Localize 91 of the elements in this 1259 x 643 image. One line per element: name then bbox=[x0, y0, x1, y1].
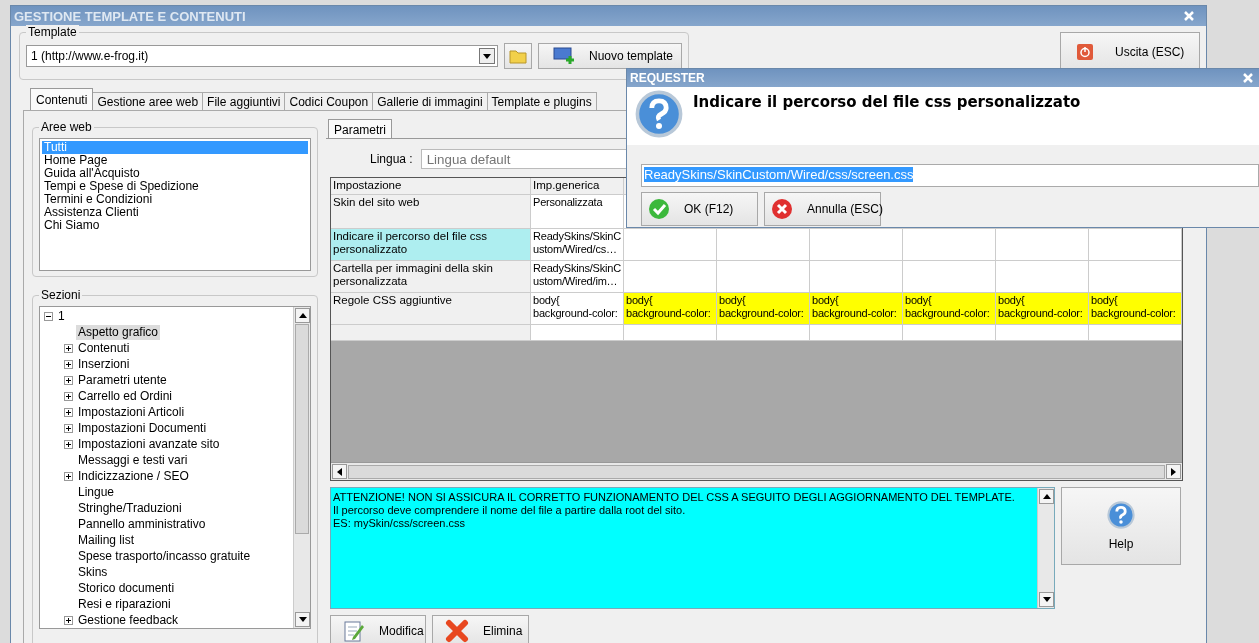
sections-label: Sezioni bbox=[39, 288, 83, 302]
expand-icon[interactable] bbox=[64, 407, 73, 417]
edit-button[interactable]: Modifica bbox=[330, 615, 426, 643]
tree-item[interactable]: Messaggi e testi vari bbox=[76, 452, 190, 468]
tree-item[interactable]: Lingue bbox=[76, 484, 117, 500]
tree-item[interactable]: Resi e riparazioni bbox=[76, 596, 173, 612]
tree-item[interactable]: Gestione feedback bbox=[76, 612, 181, 628]
close-icon[interactable] bbox=[1184, 11, 1194, 21]
web-areas-list[interactable]: Tutti Home Page Guida all'Acquisto Tempi e Spese di Spedizione Termini e Condizioni Assistenza Clienti Chi Siamo bbox=[39, 138, 311, 271]
setting-cell[interactable]: Cartella per immagini della skin personalizzata bbox=[331, 261, 531, 293]
tree-item[interactable]: Impostazioni avanzate sito bbox=[76, 436, 222, 452]
tree-item[interactable]: 1 bbox=[56, 308, 67, 324]
override-cell[interactable]: body{ background-color: bbox=[810, 293, 903, 325]
expand-icon[interactable] bbox=[64, 423, 73, 433]
question-icon bbox=[635, 90, 683, 138]
override-cell[interactable]: body{ background-color: bbox=[996, 293, 1089, 325]
tab[interactable]: Contenuti bbox=[30, 88, 94, 110]
tree-item[interactable]: Stringhe/Traduzioni bbox=[76, 500, 184, 516]
tab[interactable]: Template e plugins bbox=[486, 92, 597, 110]
tree-item[interactable]: Contenuti bbox=[76, 340, 132, 356]
expand-icon[interactable] bbox=[64, 359, 73, 369]
dialog-title: REQUESTER bbox=[630, 71, 705, 85]
close-icon[interactable] bbox=[1243, 73, 1253, 83]
override-cell[interactable]: body{ background-color: bbox=[1089, 293, 1182, 325]
cross-icon bbox=[445, 619, 469, 643]
value-cell[interactable]: Personalizzata bbox=[531, 195, 624, 229]
open-folder-button[interactable] bbox=[504, 43, 532, 69]
delete-button[interactable]: Elimina bbox=[432, 615, 529, 643]
web-area-item[interactable]: Assistenza Clienti bbox=[42, 206, 308, 219]
expand-icon[interactable] bbox=[64, 439, 73, 449]
dialog-message: Indicare il percorso del file css personalizzato bbox=[693, 92, 1081, 113]
tab[interactable]: File aggiuntivi bbox=[202, 92, 286, 110]
cancel-icon bbox=[771, 198, 793, 220]
info-text: ATTENZIONE! NON SI ASSICURA IL CORRETTO FUNZIONAMENTO DEL CSS A SEGUITO DEGLI AGGIORNAMENTO DEL TEMPLATE. bbox=[333, 491, 1016, 504]
horizontal-scrollbar[interactable] bbox=[331, 462, 1182, 480]
power-icon bbox=[1077, 44, 1093, 60]
template-dropdown[interactable]: 1 (http://www.e-frog.it) bbox=[26, 45, 498, 67]
window-title: GESTIONE TEMPLATE E CONTENUTI bbox=[14, 8, 246, 24]
tree-item[interactable]: Mailing list bbox=[76, 532, 136, 548]
tree-item[interactable]: Spese trasporto/incasso gratuite bbox=[76, 548, 253, 564]
column-header: Impostazione bbox=[331, 178, 531, 195]
folder-icon bbox=[509, 48, 527, 64]
template-label: Template bbox=[26, 25, 79, 39]
tree-item[interactable]: Parametri utente bbox=[76, 372, 169, 388]
tree-item[interactable]: Pannello amministrativo bbox=[76, 516, 208, 532]
monitor-plus-icon bbox=[553, 46, 577, 66]
expand-icon[interactable] bbox=[64, 391, 73, 401]
web-area-item[interactable]: Chi Siamo bbox=[42, 219, 308, 232]
web-area-item[interactable]: Home Page bbox=[42, 154, 308, 167]
value-cell[interactable]: ReadySkins/SkinCustom/Wired/cs… bbox=[531, 229, 624, 261]
info-text: Il percorso deve comprendere il nome del file a partire dalla root del sito. bbox=[333, 504, 687, 517]
web-areas-label: Aree web bbox=[39, 120, 94, 134]
tree-item[interactable]: Impostazioni Documenti bbox=[76, 420, 209, 436]
help-icon bbox=[1107, 501, 1135, 529]
tab[interactable]: Gallerie di immagini bbox=[372, 92, 488, 110]
tree-item[interactable]: Skins bbox=[76, 564, 110, 580]
column-header: Imp.generica bbox=[531, 178, 624, 195]
override-cell[interactable]: body{ background-color: bbox=[903, 293, 996, 325]
edit-icon bbox=[343, 619, 365, 643]
tree-item[interactable]: Carrello ed Ordini bbox=[76, 388, 175, 404]
value-cell[interactable]: body{ background-color: bbox=[531, 293, 624, 325]
tree-item[interactable]: Aspetto grafico bbox=[76, 324, 161, 340]
tree-item[interactable]: Impostazioni Articoli bbox=[76, 404, 187, 420]
check-icon bbox=[648, 198, 670, 220]
web-area-item[interactable]: Guida all'Acquisto bbox=[42, 167, 308, 180]
language-label: Lingua : bbox=[370, 152, 413, 166]
setting-cell[interactable]: Indicare il percorso del file css personalizzato bbox=[331, 229, 531, 261]
ok-button[interactable]: OK (F12) bbox=[641, 192, 758, 226]
cancel-button[interactable]: Annulla (ESC) bbox=[764, 192, 881, 226]
new-template-button[interactable]: Nuovo template bbox=[538, 43, 682, 69]
tree-item[interactable]: Inserzioni bbox=[76, 356, 132, 372]
expand-icon[interactable] bbox=[64, 343, 73, 353]
info-text: ES: mySkin/css/screen.css bbox=[333, 517, 467, 530]
override-cell[interactable]: body{ background-color: bbox=[624, 293, 717, 325]
vertical-scrollbar[interactable] bbox=[293, 307, 310, 628]
help-button[interactable]: Help bbox=[1061, 487, 1181, 565]
expand-icon[interactable] bbox=[64, 615, 73, 625]
override-cell[interactable]: body{ background-color: bbox=[717, 293, 810, 325]
setting-cell[interactable]: Skin del sito web bbox=[331, 195, 531, 229]
value-cell[interactable]: ReadySkins/SkinCustom/Wired/im… bbox=[531, 261, 624, 293]
web-area-item[interactable]: Termini e Condizioni bbox=[42, 193, 308, 206]
vertical-scrollbar[interactable] bbox=[1037, 488, 1054, 608]
parameters-tab[interactable]: Parametri bbox=[328, 119, 392, 138]
tree-item[interactable]: Storico documenti bbox=[76, 580, 177, 596]
tree-item[interactable]: Indicizzazione / SEO bbox=[76, 468, 191, 484]
collapse-icon[interactable] bbox=[44, 311, 53, 321]
expand-icon[interactable] bbox=[64, 375, 73, 385]
expand-icon[interactable] bbox=[64, 471, 73, 481]
setting-cell[interactable]: Regole CSS aggiuntive bbox=[331, 293, 531, 325]
tab[interactable]: Codici Coupon bbox=[284, 92, 374, 110]
web-area-item[interactable]: Tempi e Spese di Spedizione bbox=[42, 180, 308, 193]
